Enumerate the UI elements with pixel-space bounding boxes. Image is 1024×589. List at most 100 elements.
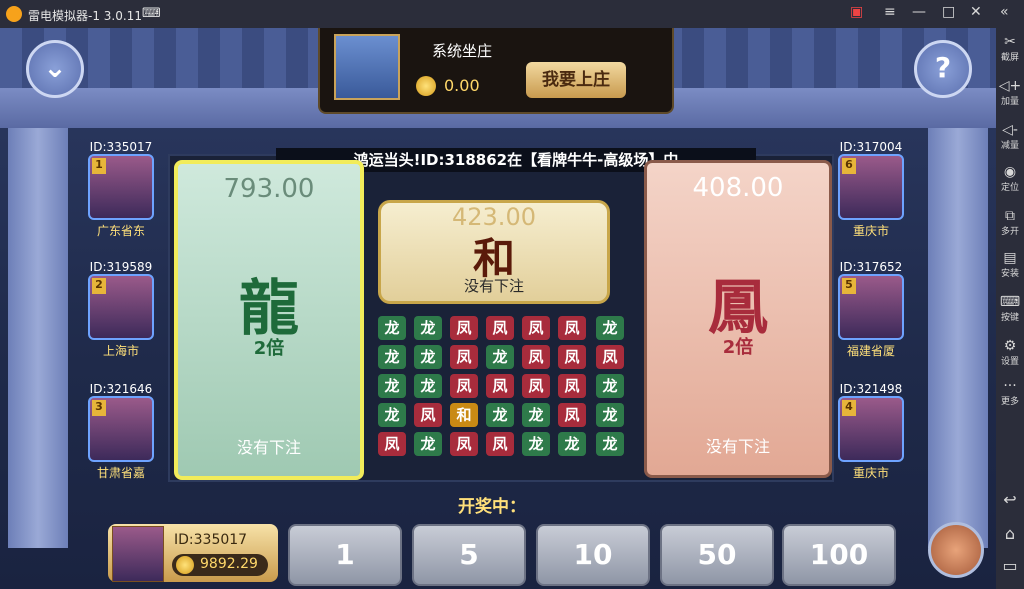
coin-icon (416, 76, 436, 96)
history-tile: 凤 (378, 432, 406, 456)
player-id: ID:319589 (89, 260, 153, 274)
become-banker-button[interactable]: 我要上庄 (526, 62, 626, 98)
sidebar-item-keys[interactable]: ⌨ 按键 (996, 294, 1024, 323)
menu-icon[interactable]: ≡ (884, 4, 896, 20)
emulator-titlebar: 雷电模拟器-1 3.0.11 ⌨ ▣ ≡ — □ ✕ « (0, 0, 1024, 28)
back-button[interactable]: ⌄ (26, 40, 84, 98)
chip-button-5[interactable]: 5 (412, 524, 526, 586)
rank-badge: 3 (92, 400, 106, 416)
sidebar-item-screenshot[interactable]: ✂ 截屏 (996, 34, 1024, 63)
player-location: 甘肃省嘉 (96, 466, 145, 480)
history-tile: 龙 (486, 403, 514, 427)
history-tile: 凤 (522, 316, 550, 340)
history-tile: 凤 (522, 345, 550, 369)
sidebar-item-settings[interactable]: ⚙ 设置 (996, 338, 1024, 367)
history-tile: 凤 (450, 374, 478, 398)
players-list-button[interactable] (928, 522, 984, 578)
history-tile: 凤 (558, 345, 586, 369)
chip-button-1[interactable]: 1 (288, 524, 402, 586)
player-id: ID:335017 (89, 140, 153, 154)
history-tile: 龙 (414, 345, 442, 369)
back-icon[interactable]: ↩ (996, 490, 1024, 509)
sidebar-item-volume-up[interactable]: ◁+ 加量 (996, 78, 1024, 107)
player-seat[interactable]: ID:335017 1 广东省东 (86, 140, 156, 239)
sidebar-item-multi[interactable]: ⧉ 多开 (996, 208, 1024, 237)
rank-badge: 1 (92, 158, 106, 174)
coin-icon (176, 556, 194, 574)
dragon-bet-status: 没有下注 (236, 438, 301, 457)
history-tile: 龙 (522, 403, 550, 427)
drawing-status: 开奖中： (458, 497, 526, 517)
bottom-bar: ID:335017 9892.29 1 5 10 50 100 (98, 518, 898, 589)
player-seat[interactable]: ID:321498 4 重庆市 (836, 382, 906, 481)
phoenix-bet-area[interactable]: 408.00 鳳 2倍 没有下注 (644, 160, 832, 478)
avatar (112, 526, 164, 582)
history-tile: 龙 (486, 345, 514, 369)
history-tile: 龙 (596, 374, 624, 398)
player-seat[interactable]: ID:321646 3 甘肃省嘉 (86, 382, 156, 481)
history-tile: 龙 (378, 345, 406, 369)
help-button[interactable]: ? (914, 40, 972, 98)
player-id: ID:321646 (89, 382, 153, 396)
my-profile: ID:335017 9892.29 (108, 524, 278, 582)
history-tile: 龙 (414, 316, 442, 340)
player-seat[interactable]: ID:317004 6 重庆市 (836, 140, 906, 239)
more-icon: ··· (1003, 378, 1017, 394)
question-icon: ? (934, 51, 952, 84)
history-tile: 凤 (450, 432, 478, 456)
history-tile: 凤 (558, 403, 586, 427)
recent-apps-icon[interactable]: ▭ (996, 556, 1024, 575)
emulator-logo-icon (6, 6, 22, 22)
tie-bet-area[interactable]: 423.00 和 没有下注 (378, 200, 610, 304)
banker-name: 系统坐庄 (432, 42, 493, 60)
avatar: 5 (838, 274, 904, 340)
gift-icon[interactable]: ▣ (850, 4, 863, 20)
history-tile: 龙 (596, 432, 624, 456)
player-location: 重庆市 (852, 224, 889, 238)
avatar: 1 (88, 154, 154, 220)
history-tile: 凤 (486, 316, 514, 340)
dragon-bet-area[interactable]: 793.00 龍 2倍 没有下注 (174, 160, 364, 480)
history-tile: 龙 (414, 374, 442, 398)
my-id: ID:335017 (174, 532, 248, 548)
phoenix-bet-status: 没有下注 (705, 437, 770, 456)
history-tile: 龙 (378, 374, 406, 398)
sidebar-item-install[interactable]: ▤ 安装 (996, 250, 1024, 279)
player-seat[interactable]: ID:319589 2 上海市 (86, 260, 156, 359)
history-tile: 凤 (558, 316, 586, 340)
player-location: 上海市 (102, 344, 139, 358)
window-title: 雷电模拟器-1 3.0.11 (28, 9, 142, 23)
sidebar-item-location[interactable]: ◉ 定位 (996, 164, 1024, 193)
expand-icon[interactable]: « (1000, 4, 1009, 20)
player-location: 广东省东 (96, 224, 145, 238)
game-area: ⌄ ? 系统坐庄 0.00 我要上庄 鸿运当头!ID:318862在【看牌牛牛-… (0, 28, 996, 589)
close-icon[interactable]: ✕ (970, 4, 982, 20)
history-tile: 龙 (596, 403, 624, 427)
chip-button-50[interactable]: 50 (660, 524, 774, 586)
gamepad-icon[interactable]: ⌨ (142, 6, 161, 21)
chip-button-10[interactable]: 10 (536, 524, 650, 586)
phoenix-total: 408.00 (692, 173, 784, 203)
volume-down-icon: ◁- (1002, 122, 1018, 138)
maximize-icon[interactable]: □ (942, 4, 955, 20)
chip-button-100[interactable]: 100 (782, 524, 896, 586)
history-tile: 龙 (558, 432, 586, 456)
keyboard-icon: ⌨ (999, 294, 1021, 310)
rank-badge: 2 (92, 278, 106, 294)
history-tile: 凤 (558, 374, 586, 398)
banker-avatar (334, 34, 400, 100)
history-tile: 凤 (486, 432, 514, 456)
emulator-sidebar: ✂ 截屏 ◁+ 加量 ◁- 减量 ◉ 定位 ⧉ 多开 ▤ 安装 ⌨ 按键 ⚙ 设置 ··· 更多 … (996, 28, 1024, 589)
player-seat[interactable]: ID:317652 5 福建省厦 (836, 260, 906, 359)
history-tile: 凤 (522, 374, 550, 398)
sidebar-item-more[interactable]: ··· 更多 (996, 378, 1024, 407)
sidebar-item-volume-down[interactable]: ◁- 减量 (996, 122, 1024, 151)
history-tile: 龙 (414, 432, 442, 456)
history-tile: 凤 (486, 374, 514, 398)
history-tile: 龙 (378, 316, 406, 340)
avatar: 2 (88, 274, 154, 340)
home-icon[interactable]: ⌂ (996, 524, 1024, 543)
location-icon: ◉ (1003, 164, 1017, 180)
minimize-icon[interactable]: — (912, 4, 926, 20)
rank-badge: 6 (842, 158, 856, 174)
